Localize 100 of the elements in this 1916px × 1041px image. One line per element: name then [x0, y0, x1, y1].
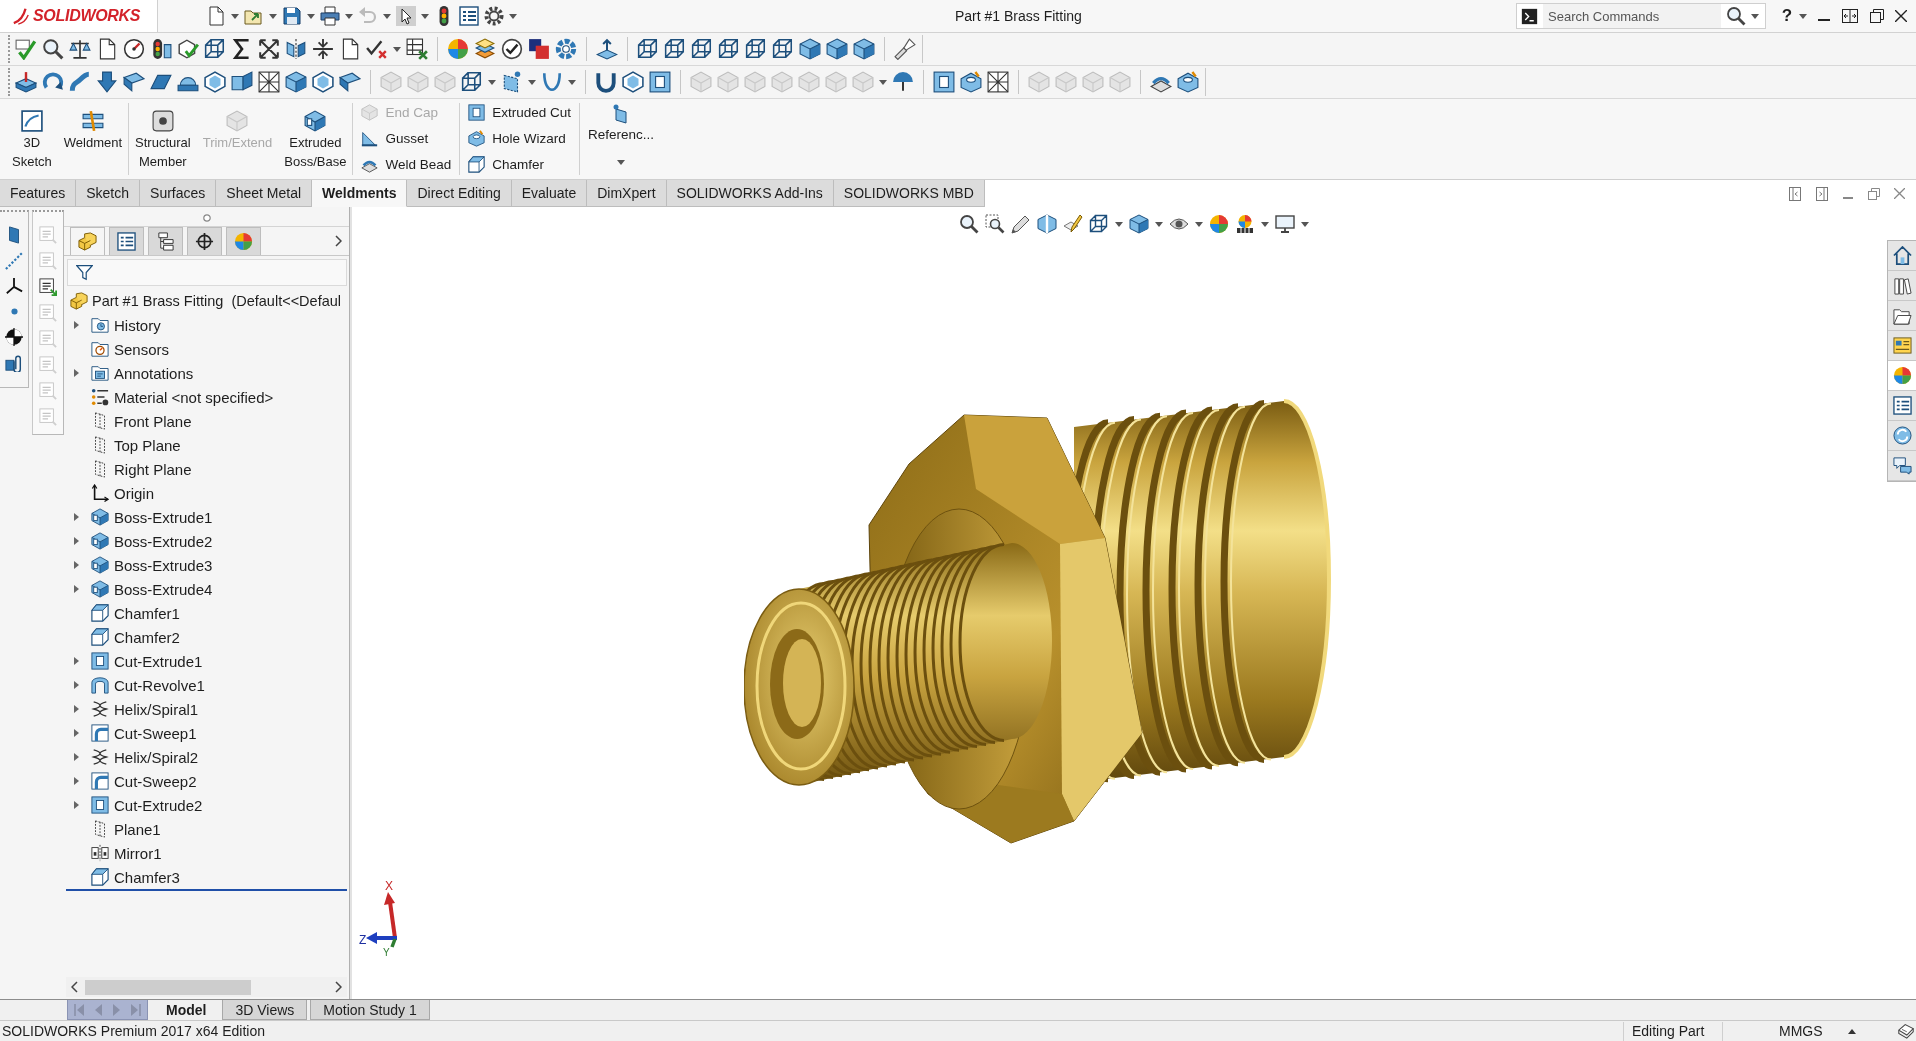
wireframe-cube-icon[interactable]: [718, 38, 740, 60]
command-button[interactable]: Extruded Cut: [468, 99, 572, 125]
quartered-circle-icon[interactable]: [5, 328, 23, 346]
sheet-icon[interactable]: [339, 71, 361, 93]
caret-icon[interactable]: [269, 13, 277, 19]
gear-icon[interactable]: [484, 6, 504, 26]
tree-item[interactable]: Sensors: [64, 337, 170, 361]
cube-icon[interactable]: [853, 38, 875, 60]
minimize-icon[interactable]: [1843, 196, 1853, 199]
caret-icon[interactable]: [1751, 13, 1759, 19]
ribbon-tab[interactable]: SOLIDWORKS MBD: [833, 180, 985, 207]
save-icon[interactable]: [282, 6, 302, 26]
caret-icon[interactable]: [345, 13, 353, 19]
printer-icon[interactable]: [320, 6, 340, 26]
wireframe-cube-icon[interactable]: [637, 38, 659, 60]
chevron-right-icon[interactable]: [335, 981, 342, 993]
caret-icon[interactable]: [421, 13, 429, 19]
tree-item[interactable]: Origin: [64, 481, 154, 505]
tree-item[interactable]: Plane1: [64, 817, 161, 841]
tree-item[interactable]: Right Plane: [64, 457, 192, 481]
check-cross-icon[interactable]: [366, 38, 388, 60]
ribbon-tab[interactable]: Surfaces: [140, 180, 217, 207]
tree-item[interactable]: Mirror1: [64, 841, 162, 865]
hollow-box-icon[interactable]: [312, 71, 334, 93]
axes-icon[interactable]: [5, 277, 23, 295]
restore-icon[interactable]: [1870, 9, 1884, 23]
caret-icon[interactable]: [307, 13, 315, 19]
search-field[interactable]: Search Commands: [1516, 3, 1766, 29]
expand-arrow-icon[interactable]: [74, 801, 79, 809]
cube-icon[interactable]: [1129, 214, 1149, 234]
panel-tab[interactable]: [187, 227, 222, 255]
dashed-plane-icon[interactable]: [501, 71, 523, 93]
command-button[interactable]: Weldment: [57, 99, 129, 179]
tree-item[interactable]: Annotations: [64, 361, 194, 385]
expand-arrow-icon[interactable]: [74, 657, 79, 665]
cursor-icon[interactable]: [396, 6, 416, 26]
wireframe-cube-icon[interactable]: [772, 38, 794, 60]
scrollbar-thumb[interactable]: [85, 979, 251, 995]
flashlight-icon[interactable]: [894, 38, 916, 60]
tree-item[interactable]: History: [64, 313, 161, 337]
umbrella-icon[interactable]: [892, 71, 914, 93]
clip-block-icon[interactable]: [5, 353, 23, 372]
panel-right-icon[interactable]: [1816, 186, 1828, 201]
caret-icon[interactable]: [1195, 221, 1203, 227]
caret-icon[interactable]: [1301, 221, 1309, 227]
gauge-icon[interactable]: [123, 38, 145, 60]
caret-icon[interactable]: [1155, 221, 1163, 227]
expand-arrow-icon[interactable]: [74, 369, 79, 377]
caret-up-icon[interactable]: [1848, 1028, 1856, 1034]
ribbon-tab[interactable]: Evaluate: [511, 180, 588, 207]
drilled-block-icon[interactable]: [1177, 71, 1199, 93]
color-sphere-icon[interactable]: [447, 38, 469, 60]
color-sphere-icon[interactable]: [1209, 214, 1229, 234]
cross-arrows-icon[interactable]: [258, 38, 280, 60]
panel-tab[interactable]: [148, 227, 183, 255]
panel-left-icon[interactable]: [1789, 186, 1801, 201]
caret-icon[interactable]: [509, 13, 517, 19]
compress-arrows-icon[interactable]: [312, 38, 334, 60]
hollow-box-icon[interactable]: [622, 71, 644, 93]
ribbon-tab[interactable]: Weldments: [312, 180, 408, 207]
tree-item[interactable]: Boss-Extrude2: [64, 529, 213, 553]
unit-system-button[interactable]: MMGS: [1740, 1023, 1835, 1039]
cube-check-icon[interactable]: [177, 38, 199, 60]
wireframe-cube-icon[interactable]: [745, 38, 767, 60]
caret-icon[interactable]: [231, 13, 239, 19]
wireframe-cube-icon[interactable]: [1089, 214, 1109, 234]
mirror-icon[interactable]: [285, 38, 307, 60]
list-icon[interactable]: [459, 6, 479, 26]
down-arrow-icon[interactable]: [96, 71, 118, 93]
document-icon[interactable]: [206, 6, 226, 26]
caret-icon[interactable]: [1799, 13, 1807, 19]
ribbon-tab[interactable]: DimXpert: [587, 180, 667, 207]
tree-item[interactable]: Cut-Sweep2: [64, 769, 197, 793]
filter-field[interactable]: [67, 259, 347, 286]
expand-arrow-icon[interactable]: [74, 321, 79, 329]
tree-item[interactable]: Helix/Spiral1: [64, 697, 199, 721]
expand-arrow-icon[interactable]: [74, 561, 79, 569]
flyout-button[interactable]: Referenc...: [580, 99, 663, 173]
axis-arrow-icon[interactable]: [596, 38, 618, 60]
check-icon[interactable]: [15, 38, 37, 60]
tree-item[interactable]: Top Plane: [64, 433, 181, 457]
sheet-icon[interactable]: [123, 71, 145, 93]
grid-icon[interactable]: [987, 71, 1009, 93]
expand-arrow-icon[interactable]: [74, 585, 79, 593]
search-icon[interactable]: [1726, 6, 1746, 26]
pencil-icon[interactable]: [1011, 214, 1031, 234]
expand-arrow-icon[interactable]: [74, 729, 79, 737]
tile-windows-icon[interactable]: [1842, 9, 1858, 23]
magnifier-icon[interactable]: [42, 38, 64, 60]
wireframe-cube-icon[interactable]: [664, 38, 686, 60]
dashed-line-icon[interactable]: [5, 251, 23, 270]
grip-icon[interactable]: [202, 213, 211, 222]
tree-item[interactable]: Cut-Extrude1: [64, 649, 203, 673]
tree-item[interactable]: Chamfer3: [64, 865, 180, 889]
chevron-right-icon[interactable]: [335, 235, 342, 247]
tree-item[interactable]: Cut-Revolve1: [64, 673, 205, 697]
zoom-box-icon[interactable]: [985, 214, 1005, 234]
bent-sheet-icon[interactable]: [231, 71, 253, 93]
help-button[interactable]: ?: [1780, 6, 1794, 26]
hollow-box-icon[interactable]: [204, 71, 226, 93]
